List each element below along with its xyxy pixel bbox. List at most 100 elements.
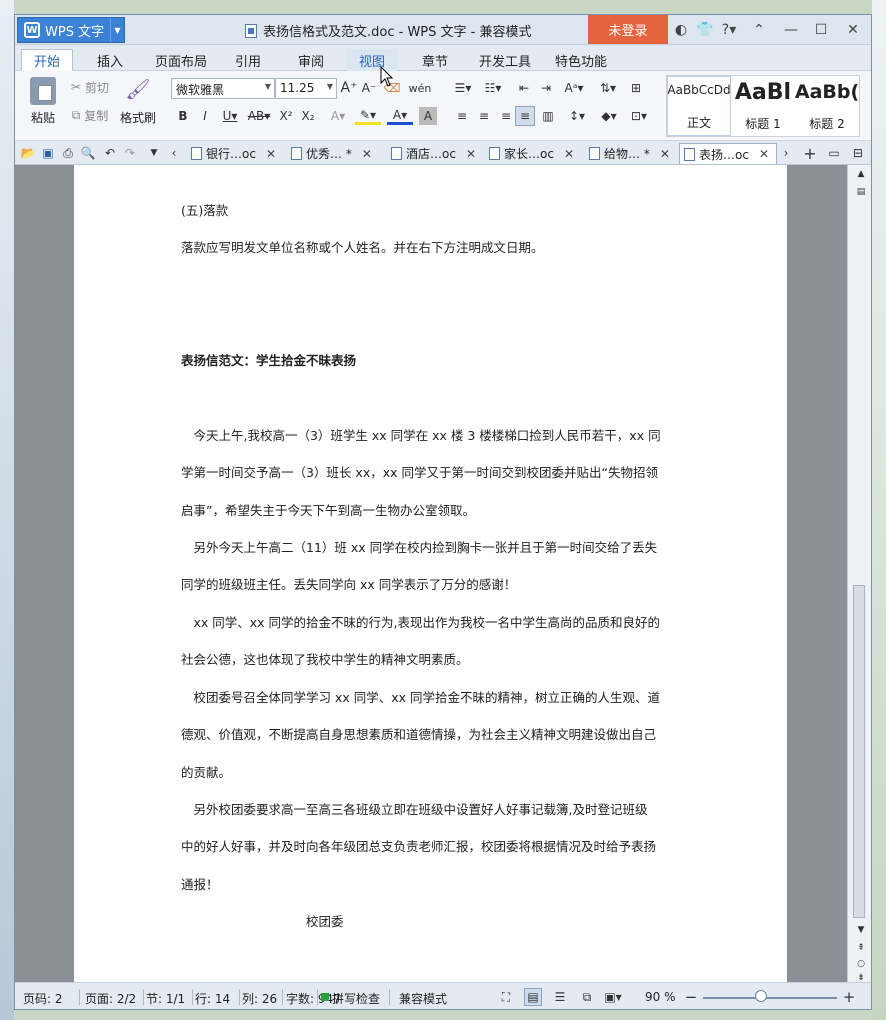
minimize-icon[interactable]: — [782, 21, 800, 39]
doc-tab-1[interactable]: 银行…oc ✕ [187, 143, 283, 164]
scrollbar-thumb[interactable] [853, 585, 865, 918]
save-icon[interactable]: ▣ [39, 144, 57, 162]
prev-page-icon[interactable]: ⇞ [854, 941, 868, 955]
tab-home[interactable]: 开始 [21, 49, 74, 71]
outline-view-icon[interactable]: ☰ [551, 988, 569, 1006]
text-effect-icon[interactable]: A▾ [327, 107, 349, 125]
collapse-ribbon-icon[interactable]: ⌃ [750, 21, 768, 39]
tab-scroll-right-icon[interactable]: › [779, 144, 793, 162]
copy-button[interactable]: ⧉ 复制 [67, 105, 113, 125]
doc-tab-4[interactable]: 家长…oc ✕ [485, 143, 581, 164]
document-page[interactable]: (五)落款 落款应写明发文单位名称或个人姓名。并在右下方注明成文日期。 表扬信范… [74, 165, 787, 982]
phonetic-guide-icon[interactable]: wén [409, 79, 432, 97]
skin-icon[interactable]: 👕 [696, 21, 714, 39]
login-button[interactable]: 未登录 [588, 15, 668, 44]
chevron-down-icon[interactable]: ▼ [110, 18, 124, 42]
font-color-icon[interactable]: A▾ [387, 107, 413, 125]
page-view-icon[interactable]: ▤ [524, 988, 542, 1006]
select-browse-object-icon[interactable]: ○ [854, 957, 868, 971]
underline-icon[interactable]: U▾ [219, 107, 241, 125]
doc-tab-3[interactable]: 酒店…oc ✕ [387, 143, 483, 164]
increase-indent-icon[interactable]: ⇥ [537, 79, 555, 97]
help-icon[interactable]: ?▾ [720, 21, 738, 39]
strikethrough-icon[interactable]: AB▾ [245, 107, 273, 125]
tab-references[interactable]: 引用 [223, 49, 273, 71]
status-page-code[interactable]: 页码: 2 [23, 990, 63, 1007]
tab-insert[interactable]: 插入 [85, 49, 135, 71]
justify-icon[interactable]: ≡ [515, 106, 535, 126]
font-size-select[interactable]: 11.25 ▼ [275, 78, 337, 99]
cloud-icon[interactable]: ◐ [672, 21, 690, 39]
app-menu-button[interactable]: W WPS 文字 ▼ [17, 17, 125, 43]
grow-font-icon[interactable]: A⁺ [340, 79, 358, 97]
table-icon[interactable]: ⊞ [627, 79, 645, 97]
redo-icon[interactable]: ↷ [121, 144, 139, 162]
align-left-icon[interactable]: ≡ [453, 107, 471, 125]
zoom-out-icon[interactable]: − [683, 988, 699, 1006]
full-screen-view-icon[interactable]: ⛶ [497, 988, 515, 1006]
tab-features[interactable]: 特色功能 [543, 49, 619, 71]
shrink-font-icon[interactable]: A⁻ [360, 79, 378, 97]
zoom-level[interactable]: 90 % [645, 990, 676, 1004]
tab-page-layout[interactable]: 页面布局 [143, 49, 219, 71]
subscript-icon[interactable]: X₂ [299, 107, 317, 125]
print-icon[interactable]: ⎙ [59, 144, 77, 162]
tab-chapter[interactable]: 章节 [410, 49, 460, 71]
bullets-icon[interactable]: ☰▾ [451, 79, 475, 97]
distribute-icon[interactable]: ▥ [539, 107, 557, 125]
cut-button[interactable]: ✂ 剪切 [67, 77, 113, 97]
bold-icon[interactable]: B [175, 107, 191, 125]
font-name-select[interactable]: 微软雅黑 ▼ [171, 78, 275, 99]
tab-scroll-left-icon[interactable]: ‹ [167, 144, 181, 162]
status-section[interactable]: 节: 1/1 [146, 990, 185, 1007]
ruler-toggle-icon[interactable]: ▤ [854, 185, 868, 199]
tab-menu-icon[interactable]: ⊟ [849, 144, 867, 162]
quick-access-dropdown-icon[interactable]: ▼ [147, 144, 161, 162]
italic-icon[interactable]: I [197, 107, 213, 125]
zoom-slider[interactable] [703, 997, 837, 999]
style-heading-2[interactable]: AaBb( 标题 2 [795, 76, 859, 136]
new-tab-icon[interactable]: + [801, 144, 819, 163]
numbering-icon[interactable]: ☷▾ [481, 79, 505, 97]
highlight-icon[interactable]: ✎▾ [355, 107, 381, 125]
align-center-icon[interactable]: ≡ [475, 107, 493, 125]
zoom-in-icon[interactable]: + [841, 988, 857, 1006]
close-tab-icon[interactable]: ✕ [564, 147, 574, 161]
tab-review[interactable]: 审阅 [286, 49, 336, 71]
vertical-scrollbar[interactable]: ▲ ▤ ▼ ⇞ ○ ⇟ [847, 165, 871, 983]
style-heading-1[interactable]: AaBl 标题 1 [731, 76, 795, 136]
print-preview-icon[interactable]: 🔍 [79, 144, 97, 162]
tab-developer[interactable]: 开发工具 [467, 49, 543, 71]
doc-tab-5[interactable]: 给物… * ✕ [585, 143, 681, 164]
superscript-icon[interactable]: X² [277, 107, 295, 125]
line-spacing-icon[interactable]: ↕▾ [565, 107, 589, 125]
zoom-slider-knob[interactable] [755, 990, 767, 1002]
change-case-icon[interactable]: Aᵃ▾ [561, 79, 587, 97]
close-tab-icon[interactable]: ✕ [466, 147, 476, 161]
close-tab-icon[interactable]: ✕ [660, 147, 670, 161]
open-folder-icon[interactable]: 📂 [19, 144, 37, 162]
web-view-icon[interactable]: ⧉ [578, 988, 596, 1006]
scroll-top-icon[interactable]: ▲ [854, 167, 868, 181]
close-tab-icon[interactable]: ✕ [759, 147, 769, 161]
format-painter-button[interactable]: 🖌 格式刷 [117, 77, 159, 126]
maximize-icon[interactable]: ☐ [812, 21, 830, 39]
undo-icon[interactable]: ↶ [101, 144, 119, 162]
paste-button[interactable]: 粘贴 [23, 77, 63, 126]
borders-icon[interactable]: ⊡▾ [627, 107, 651, 125]
reading-view-icon[interactable]: ▣▾ [601, 988, 625, 1006]
sort-icon[interactable]: ⇅▾ [597, 79, 619, 97]
shading-icon[interactable]: ◆▾ [597, 107, 621, 125]
align-right-icon[interactable]: ≡ [497, 107, 515, 125]
window-list-icon[interactable]: ▭ [825, 144, 843, 162]
close-tab-icon[interactable]: ✕ [266, 147, 276, 161]
scroll-down-icon[interactable]: ▼ [854, 923, 868, 937]
status-row[interactable]: 行: 14 [195, 990, 230, 1007]
close-icon[interactable]: ✕ [844, 21, 862, 39]
decrease-indent-icon[interactable]: ⇤ [515, 79, 533, 97]
status-spell-check[interactable]: 拼写检查 [332, 990, 380, 1007]
doc-tab-active[interactable]: 表扬…oc ✕ [679, 143, 777, 164]
close-tab-icon[interactable]: ✕ [362, 147, 372, 161]
status-col[interactable]: 列: 26 [242, 990, 277, 1007]
doc-tab-2[interactable]: 优秀… * ✕ [287, 143, 383, 164]
